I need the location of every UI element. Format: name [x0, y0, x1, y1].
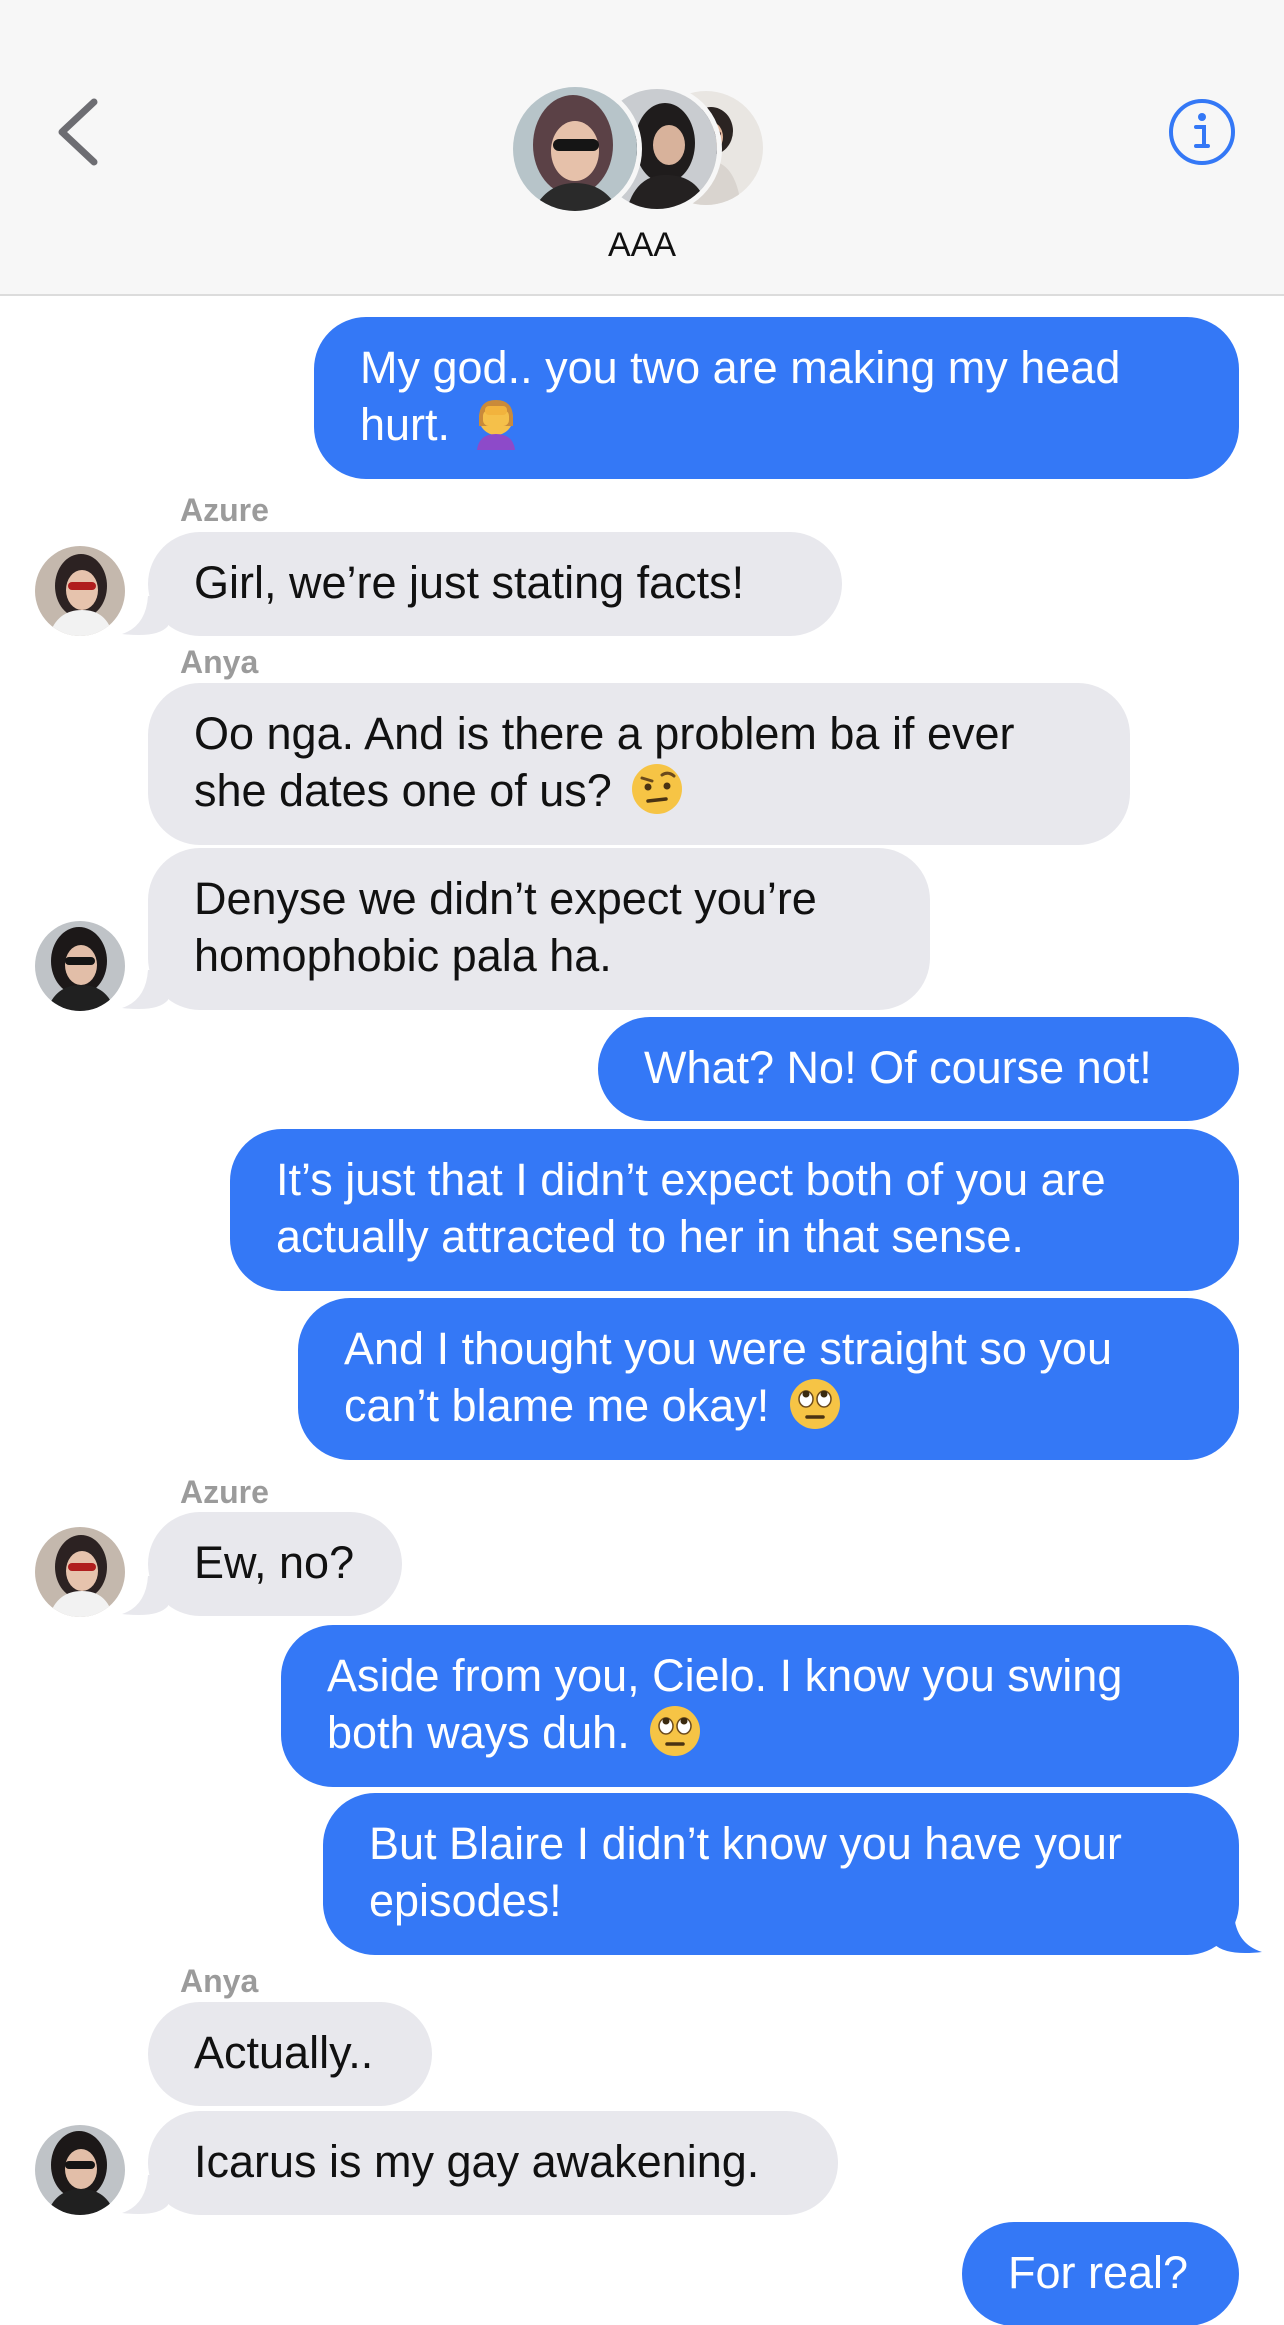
sender-avatar[interactable] [35, 1527, 125, 1617]
message-bubble-outgoing[interactable]: My god.. you two are making my head hurt… [314, 317, 1239, 479]
sender-label: Anya [180, 1963, 259, 1999]
message-bubble-incoming[interactable]: Ew, no? [148, 1512, 402, 1616]
bubble-tail-outgoing [1214, 1914, 1262, 1953]
message-bubble-incoming[interactable]: Actually.. [148, 2002, 432, 2106]
message-text: Oo nga. And is there a problem ba if eve… [194, 708, 1015, 816]
conversation-screen: AAA My god.. you two are making my head … [0, 0, 1284, 2325]
message-text: Aside from you, Cielo. I know you swing … [327, 1650, 1123, 1758]
face-with-rolling-eyes-emoji-icon [650, 1706, 701, 1756]
sender-label: Azure [180, 1474, 269, 1510]
face-with-rolling-eyes-emoji-icon [789, 1379, 840, 1429]
message-text: And I thought you were straight so you c… [344, 1323, 1112, 1431]
message-bubble-incoming[interactable]: Girl, we’re just stating facts! [148, 532, 842, 636]
message-bubble-incoming[interactable]: Denyse we didn’t expect you’re homophobi… [148, 848, 930, 1010]
group-avatar-stack[interactable] [508, 82, 768, 216]
conversation-header: AAA [0, 0, 1284, 296]
message-text: What? No! Of course not! [644, 1042, 1152, 1093]
message-bubble-outgoing[interactable]: And I thought you were straight so you c… [298, 1298, 1239, 1460]
bubble-tail-incoming [122, 596, 168, 635]
bubble-tail-incoming [122, 1576, 168, 1615]
face-with-raised-eyebrow-emoji-icon [632, 764, 683, 814]
sender-label: Azure [180, 492, 269, 528]
message-bubble-outgoing[interactable]: It’s just that I didn’t expect both of y… [230, 1129, 1239, 1291]
info-button[interactable] [1166, 96, 1238, 168]
message-text: Ew, no? [194, 1537, 355, 1588]
sender-avatar[interactable] [35, 921, 125, 1011]
message-bubble-outgoing[interactable]: But Blaire I didn’t know you have your e… [323, 1793, 1239, 1955]
sender-label: Anya [180, 644, 259, 680]
conversation-title[interactable]: AAA [0, 226, 1284, 265]
message-text: Denyse we didn’t expect you’re homophobi… [194, 873, 817, 981]
message-bubble-incoming[interactable]: Oo nga. And is there a problem ba if eve… [148, 683, 1130, 845]
message-text: Girl, we’re just stating facts! [194, 557, 745, 608]
info-circle-icon [1169, 99, 1235, 165]
group-member-avatar [508, 82, 642, 216]
bubble-tail-incoming [122, 970, 168, 1009]
chevron-left-icon [58, 98, 98, 166]
message-text: But Blaire I didn’t know you have your e… [369, 1818, 1122, 1926]
message-bubble-outgoing[interactable]: Aside from you, Cielo. I know you swing … [281, 1625, 1239, 1787]
woman-facepalming-emoji-icon [476, 400, 515, 450]
message-bubble-outgoing[interactable]: For real? [962, 2222, 1239, 2325]
back-button[interactable] [50, 92, 110, 172]
message-text: Actually.. [194, 2027, 374, 2078]
sender-avatar[interactable] [35, 546, 125, 636]
message-bubble-outgoing[interactable]: What? No! Of course not! [598, 1017, 1239, 1121]
message-text: Icarus is my gay awakening. [194, 2136, 760, 2187]
message-text: It’s just that I didn’t expect both of y… [276, 1154, 1106, 1262]
sender-avatar[interactable] [35, 2125, 125, 2215]
bubble-tail-incoming [122, 2175, 168, 2214]
message-bubble-incoming[interactable]: Icarus is my gay awakening. [148, 2111, 838, 2215]
message-text: For real? [1008, 2247, 1189, 2298]
